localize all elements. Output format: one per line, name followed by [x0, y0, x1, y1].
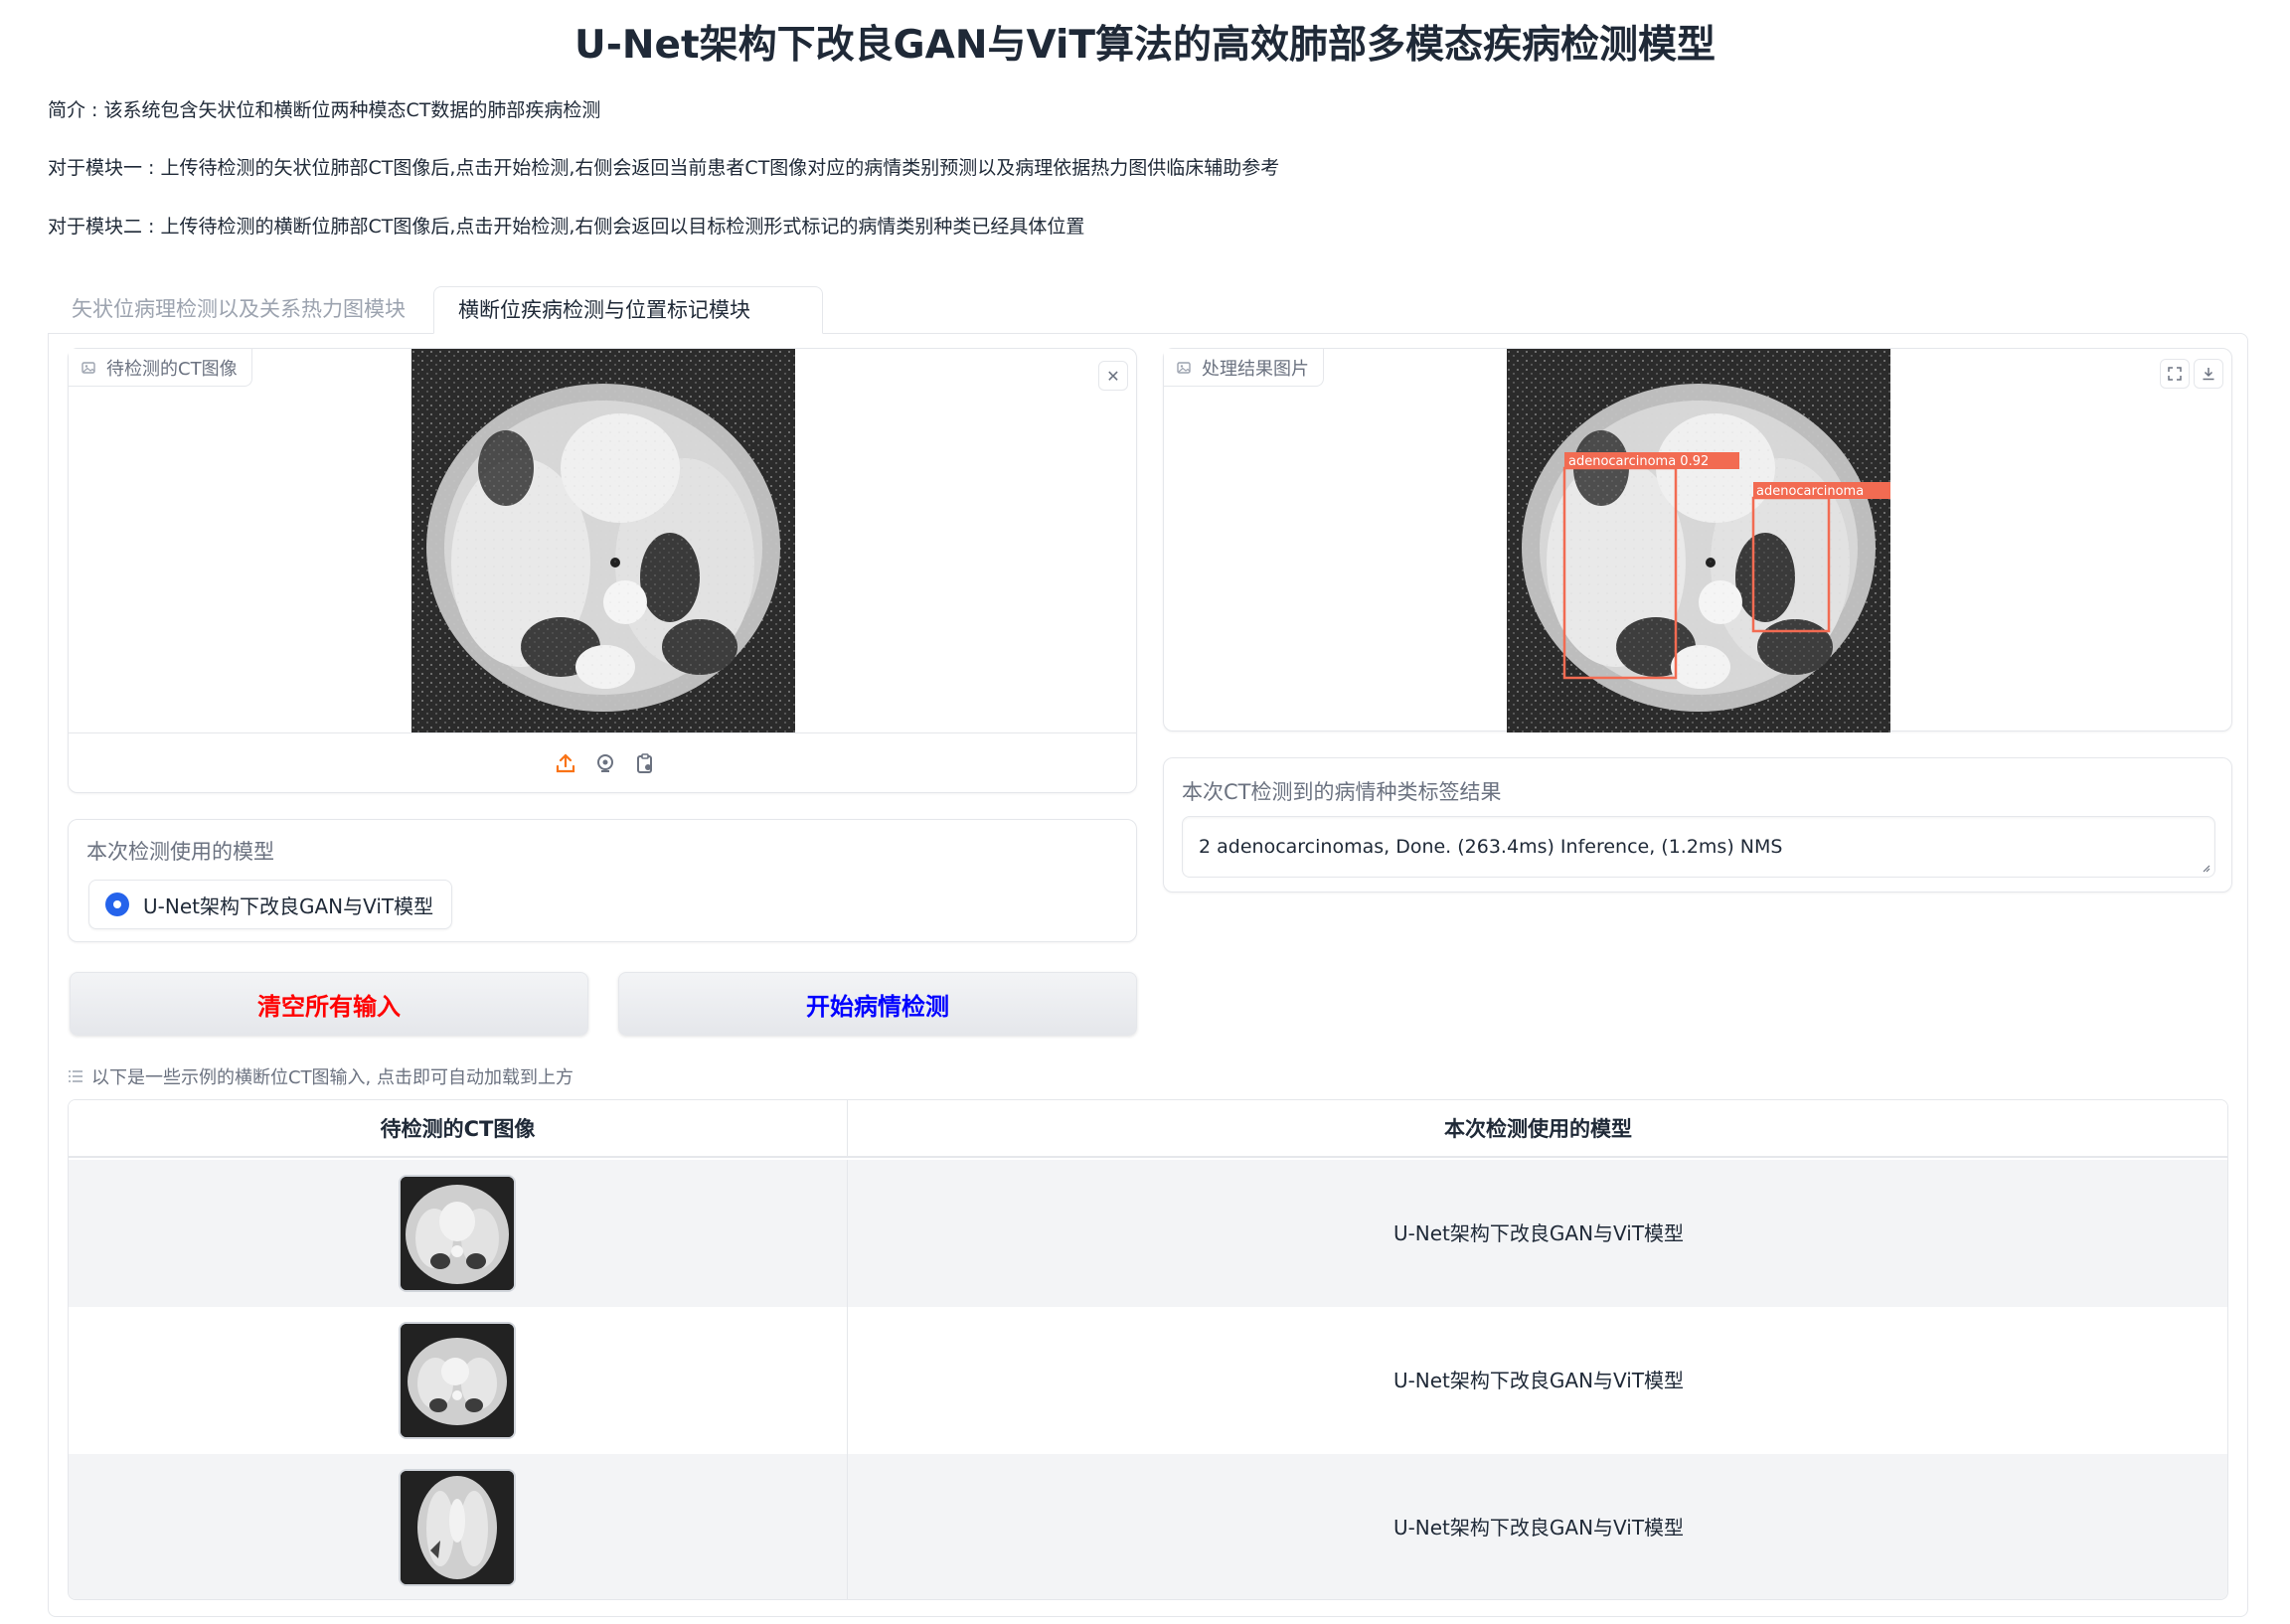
- input-image-label-chip: 待检测的CT图像: [69, 349, 252, 387]
- clipboard-icon[interactable]: [633, 751, 657, 775]
- example-row-2[interactable]: U-Net架构下改良GAN与ViT模型: [69, 1307, 2227, 1454]
- examples-table: 待检测的CT图像 本次检测使用的模型 U-Net架构下改良GAN与ViT模型 U…: [68, 1099, 2228, 1600]
- output-image-label-chip: 处理结果图片: [1164, 349, 1324, 387]
- image-icon: [1177, 361, 1191, 374]
- example-thumbnail-2[interactable]: [399, 1322, 516, 1439]
- model-select-block: 本次检测使用的模型 U-Net架构下改良GAN与ViT模型: [68, 819, 1137, 942]
- output-image-block: 处理结果图片 adenocarcinoma 0.92 adenocarcinom…: [1163, 348, 2232, 732]
- model-radio-label: U-Net架构下改良GAN与ViT模型: [143, 893, 434, 918]
- clear-all-button[interactable]: 清空所有输入: [70, 972, 588, 1036]
- header-ct-image: 待检测的CT图像: [380, 1117, 536, 1141]
- example-thumbnail-3[interactable]: [399, 1469, 516, 1586]
- download-button[interactable]: [2194, 359, 2223, 389]
- download-icon: [2203, 368, 2214, 381]
- tab-sagittal[interactable]: 矢状位病理检测以及关系热力图模块: [48, 286, 435, 334]
- examples-table-header: 待检测的CT图像 本次检测使用的模型: [69, 1100, 2227, 1158]
- close-icon: ✕: [1106, 366, 1120, 386]
- examples-label-text: 以下是一些示例的横断位CT图输入, 点击即可自动加载到上方: [91, 1067, 574, 1088]
- result-textbox[interactable]: 2 adenocarcinomas, Done. (263.4ms) Infer…: [1182, 816, 2215, 878]
- clear-image-button[interactable]: ✕: [1098, 361, 1128, 391]
- examples-label: 以下是一些示例的横断位CT图输入, 点击即可自动加载到上方: [68, 1063, 573, 1089]
- tab-axial[interactable]: 横断位疾病检测与位置标记模块: [433, 286, 823, 334]
- fullscreen-button[interactable]: [2160, 359, 2190, 389]
- model-select-label: 本次检测使用的模型: [86, 840, 274, 864]
- fullscreen-icon: [2168, 367, 2182, 381]
- image-icon: [82, 361, 95, 374]
- result-block: 本次CT检测到的病情种类标签结果 2 adenocarcinomas, Done…: [1163, 757, 2232, 893]
- webcam-icon[interactable]: [593, 751, 617, 775]
- example-thumbnail-1[interactable]: [399, 1175, 516, 1292]
- page-title: U-Net架构下改良GAN与ViT算法的高效肺部多模态疾病检测模型: [574, 23, 1716, 68]
- input-image-label: 待检测的CT图像: [106, 358, 238, 380]
- example-row-1[interactable]: U-Net架构下改良GAN与ViT模型: [69, 1160, 2227, 1307]
- detection-label-1: adenocarcinoma 0.92: [1568, 454, 1709, 469]
- header-model: 本次检测使用的模型: [1444, 1117, 1632, 1141]
- module2-text: 对于模块二 : 上传待检测的横断位肺部CT图像后,点击开始检测,右侧会返回以目标…: [48, 216, 1085, 238]
- intro-text: 简介 : 该系统包含矢状位和横断位两种模态CT数据的肺部疾病检测: [48, 99, 601, 121]
- example-model-3[interactable]: U-Net架构下改良GAN与ViT模型: [847, 1454, 2227, 1599]
- model-radio-option[interactable]: U-Net架构下改良GAN与ViT模型: [88, 880, 453, 929]
- result-label: 本次CT检测到的病情种类标签结果: [1182, 780, 1502, 804]
- input-ct-image: [411, 349, 795, 732]
- output-image-label: 处理结果图片: [1202, 358, 1309, 380]
- example-model-2[interactable]: U-Net架构下改良GAN与ViT模型: [847, 1307, 2227, 1454]
- detection-label-2: adenocarcinoma: [1756, 484, 1864, 499]
- list-icon: [69, 1070, 82, 1082]
- example-model-1[interactable]: U-Net架构下改良GAN与ViT模型: [847, 1160, 2227, 1307]
- resize-grip-icon[interactable]: [2201, 863, 2210, 873]
- output-ct-image: adenocarcinoma 0.92 adenocarcinoma: [1507, 349, 1890, 732]
- upload-icon[interactable]: [554, 751, 577, 775]
- input-image-block[interactable]: 待检测的CT图像 ✕: [68, 348, 1137, 793]
- module1-text: 对于模块一 : 上传待检测的矢状位肺部CT图像后,点击开始检测,右侧会返回当前患…: [48, 157, 1280, 179]
- radio-selected-icon: [105, 893, 129, 916]
- image-source-bar: [69, 732, 1136, 794]
- start-detection-button[interactable]: 开始病情检测: [618, 972, 1137, 1036]
- example-row-3[interactable]: U-Net架构下改良GAN与ViT模型: [69, 1454, 2227, 1599]
- result-value: 2 adenocarcinomas, Done. (263.4ms) Infer…: [1199, 836, 1783, 858]
